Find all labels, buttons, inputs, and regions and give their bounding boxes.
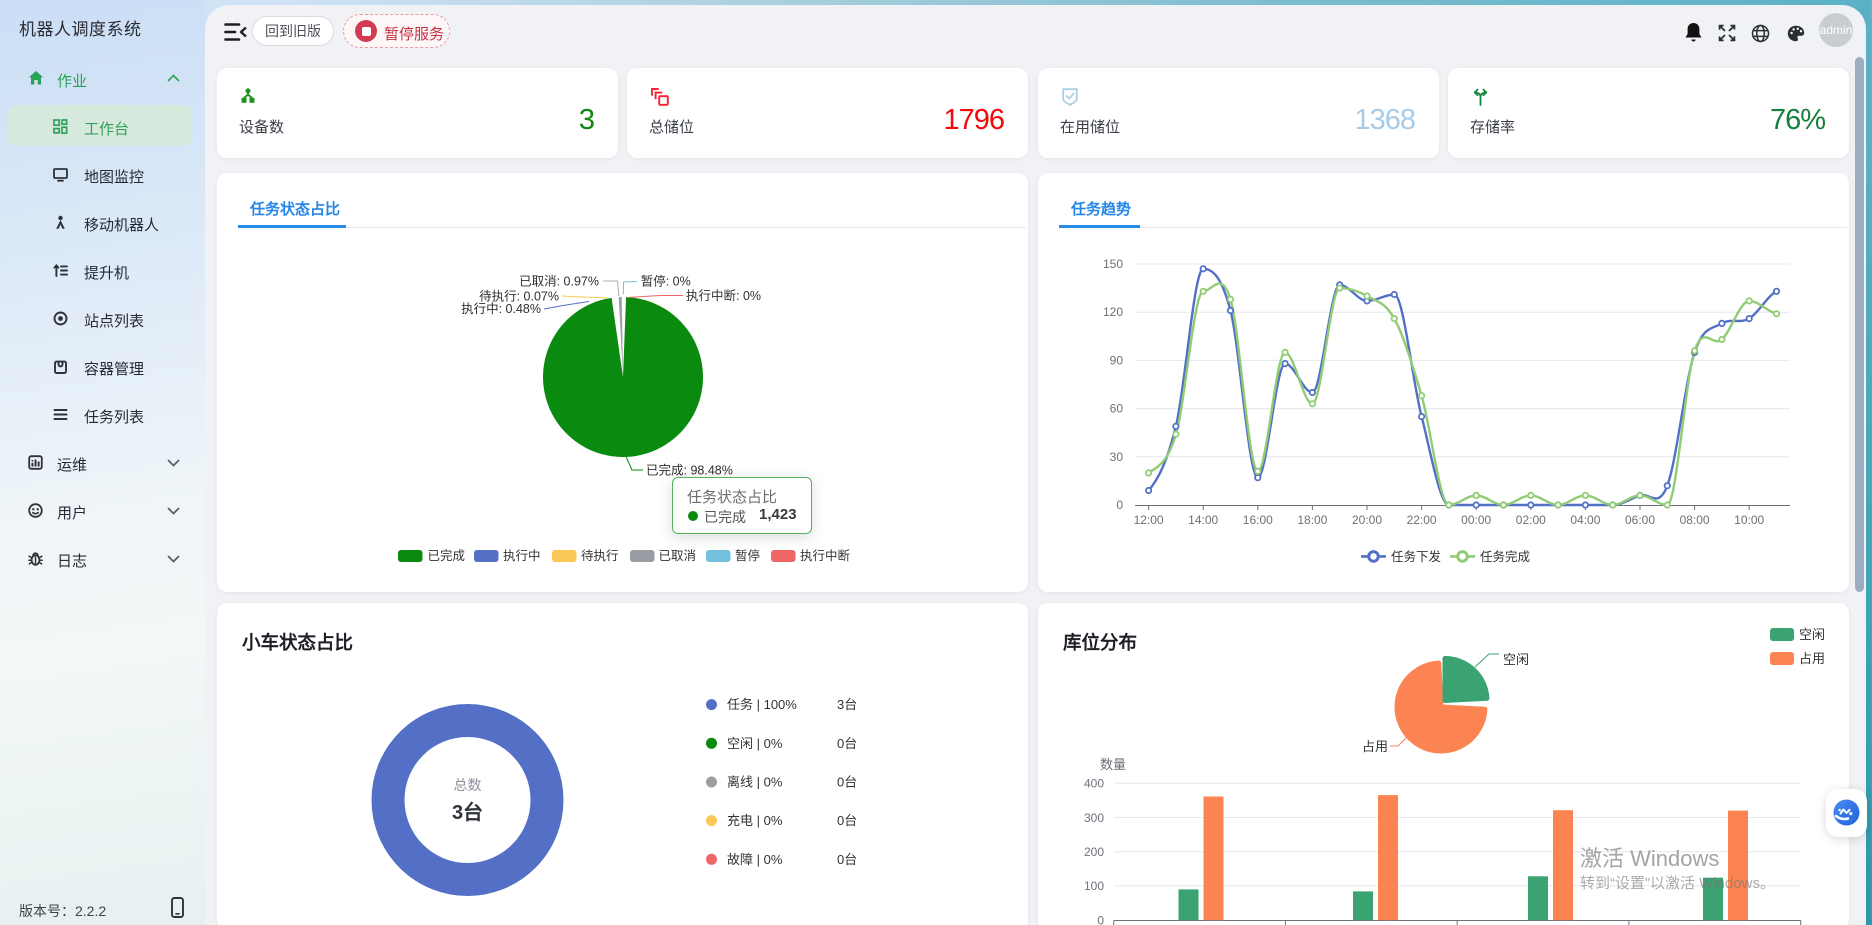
svg-text:空闲: 空闲 — [1503, 652, 1529, 667]
svg-text:3台: 3台 — [837, 697, 857, 712]
svg-text:充电 | 0%: 充电 | 0% — [727, 813, 783, 828]
svg-text:待执行: 0.07%: 待执行: 0.07% — [479, 290, 559, 304]
svg-text:100: 100 — [1084, 879, 1104, 893]
svg-text:0台: 0台 — [837, 813, 857, 828]
svg-text:任务下发: 任务下发 — [1391, 549, 1442, 564]
svg-text:60: 60 — [1110, 402, 1124, 416]
svg-text:00:00: 00:00 — [1461, 513, 1491, 527]
svg-text:30: 30 — [1110, 450, 1124, 464]
svg-text:150: 150 — [1103, 257, 1123, 271]
svg-text:空闲: 空闲 — [1799, 627, 1825, 642]
svg-text:18:00: 18:00 — [1297, 513, 1327, 527]
svg-text:数量: 数量 — [1100, 757, 1126, 772]
svg-text:0台: 0台 — [837, 775, 857, 790]
svg-text:02:00: 02:00 — [1516, 513, 1546, 527]
svg-text:3台: 3台 — [452, 800, 483, 824]
svg-text:执行中断: 执行中断 — [800, 548, 850, 563]
svg-text:20:00: 20:00 — [1352, 513, 1382, 527]
svg-text:暂停: 暂停 — [735, 548, 760, 563]
svg-text:16:00: 16:00 — [1243, 513, 1273, 527]
svg-text:待执行: 待执行 — [581, 549, 619, 563]
svg-text:故障 | 0%: 故障 | 0% — [727, 852, 783, 867]
svg-text:90: 90 — [1110, 353, 1124, 367]
svg-text:暂停: 0%: 暂停: 0% — [641, 274, 691, 289]
svg-text:已完成: 已完成 — [428, 548, 466, 563]
svg-text:已取消: 0.97%: 已取消: 0.97% — [519, 275, 599, 289]
svg-text:08:00: 08:00 — [1680, 513, 1710, 527]
svg-text:空闲 | 0%: 空闲 | 0% — [727, 736, 783, 751]
svg-text:已完成: 98.48%: 已完成: 98.48% — [646, 463, 733, 478]
svg-text:0台: 0台 — [837, 852, 857, 867]
svg-text:总数: 总数 — [454, 777, 482, 793]
svg-text:300: 300 — [1084, 811, 1104, 825]
svg-text:14:00: 14:00 — [1188, 513, 1218, 527]
svg-text:占用: 占用 — [1362, 739, 1388, 754]
svg-text:任务完成: 任务完成 — [1480, 549, 1530, 564]
svg-text:06:00: 06:00 — [1625, 513, 1655, 527]
svg-text:120: 120 — [1103, 305, 1123, 319]
svg-text:12:00: 12:00 — [1134, 513, 1164, 527]
svg-text:10:00: 10:00 — [1734, 513, 1764, 527]
svg-text:已取消: 已取消 — [659, 549, 697, 563]
svg-text:400: 400 — [1084, 777, 1104, 791]
svg-text:0: 0 — [1097, 914, 1104, 925]
svg-text:0台: 0台 — [837, 736, 857, 751]
svg-text:04:00: 04:00 — [1570, 513, 1600, 527]
svg-text:22:00: 22:00 — [1407, 513, 1437, 527]
svg-text:任务 | 100%: 任务 | 100% — [727, 697, 797, 712]
svg-text:离线 | 0%: 离线 | 0% — [727, 775, 783, 790]
svg-text:200: 200 — [1084, 845, 1104, 859]
svg-text:执行中: 执行中 — [503, 548, 541, 563]
svg-text:执行中断: 0%: 执行中断: 0% — [686, 288, 761, 303]
svg-text:0: 0 — [1116, 498, 1123, 512]
svg-text:占用: 占用 — [1799, 651, 1825, 666]
